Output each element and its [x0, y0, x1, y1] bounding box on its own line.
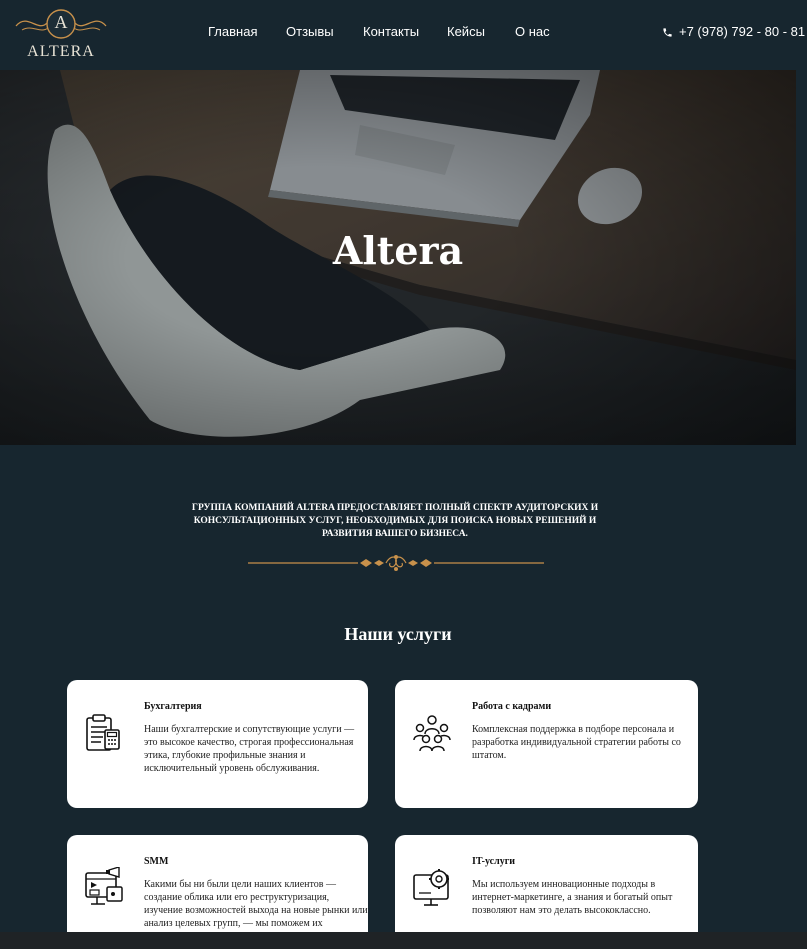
- service-title: Бухгалтерия: [144, 701, 202, 712]
- service-card-it[interactable]: IT-услуги Мы используем инновационные по…: [395, 835, 698, 945]
- service-description: Какими бы ни были цели наших клиентов — …: [144, 879, 368, 929]
- phone-icon: [663, 28, 672, 37]
- logo-letter: A: [54, 12, 68, 32]
- nav-contacts[interactable]: Контакты: [363, 24, 419, 39]
- service-title: Работа с кадрами: [472, 701, 552, 712]
- logo-text: ALTERA: [27, 43, 95, 60]
- accounting-clipboard-icon: [86, 714, 120, 751]
- phone-link[interactable]: +7 (978) 792 - 80 - 81: [662, 24, 805, 39]
- service-description: Наши бухгалтерские и сопутствующие услуг…: [144, 724, 355, 774]
- ornament-divider-icon: [248, 555, 544, 571]
- phone-number: +7 (978) 792 - 80 - 81: [679, 24, 806, 39]
- site-header: A ALTERA Главная Отзывы Контакты Кейсы О…: [0, 0, 807, 70]
- nav-reviews[interactable]: Отзывы: [286, 24, 334, 39]
- service-description: Комплексная поддержка в подборе персонал…: [472, 724, 681, 761]
- taskbar-strip: [0, 932, 807, 949]
- nav-home[interactable]: Главная: [208, 24, 257, 39]
- logo[interactable]: A ALTERA: [8, 4, 114, 64]
- service-title: SMM: [144, 856, 169, 867]
- team-people-icon: [413, 715, 451, 752]
- service-card-hr[interactable]: Работа с кадрами Комплексная поддержка в…: [395, 680, 698, 808]
- smm-media-icon: [85, 867, 123, 905]
- intro-text: ГРУППА КОМПАНИЙ ALTERA ПРЕДОСТАВЛЯЕТ ПОЛ…: [191, 503, 599, 539]
- service-card-accounting[interactable]: Бухгалтерия Наши бухгалтерские и сопутст…: [67, 680, 368, 808]
- service-card-smm[interactable]: SMM Какими бы ни были цели наших клиенто…: [67, 835, 368, 945]
- services-title: Наши услуги: [344, 624, 452, 644]
- hero-banner: Altera: [0, 70, 796, 445]
- service-description: Мы используем инновационные подходы в ин…: [472, 879, 673, 916]
- service-title: IT-услуги: [472, 856, 516, 867]
- monitor-gear-icon: [413, 869, 449, 906]
- hero-title: Altera: [332, 228, 464, 273]
- nav-about[interactable]: О нас: [515, 24, 550, 39]
- nav-cases[interactable]: Кейсы: [447, 24, 485, 39]
